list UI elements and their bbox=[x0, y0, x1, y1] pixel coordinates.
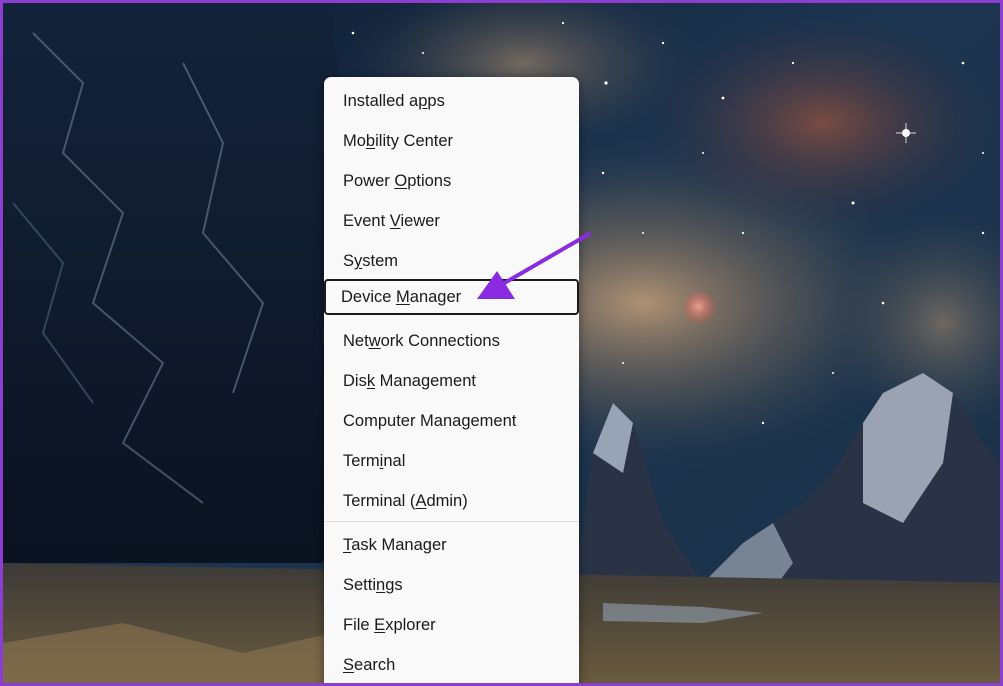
menu-item-event-viewer[interactable]: Event Viewer bbox=[326, 203, 577, 239]
screenshot-frame: Installed apps Mobility Center Power Opt… bbox=[0, 0, 1003, 686]
menu-item-installed-apps[interactable]: Installed apps bbox=[326, 83, 577, 119]
menu-item-device-manager[interactable]: Device Manager bbox=[324, 279, 579, 315]
menu-item-settings[interactable]: Settings bbox=[326, 567, 577, 603]
menu-item-network-connections[interactable]: Network Connections bbox=[326, 323, 577, 359]
menu-item-disk-management[interactable]: Disk Management bbox=[326, 363, 577, 399]
menu-item-mobility-center[interactable]: Mobility Center bbox=[326, 123, 577, 159]
menu-item-file-explorer[interactable]: File Explorer bbox=[326, 607, 577, 643]
menu-separator bbox=[324, 521, 579, 522]
menu-item-power-options[interactable]: Power Options bbox=[326, 163, 577, 199]
menu-item-terminal-admin[interactable]: Terminal (Admin) bbox=[326, 483, 577, 519]
menu-item-system[interactable]: System bbox=[326, 243, 577, 279]
menu-item-task-manager[interactable]: Task Manager bbox=[326, 527, 577, 563]
quick-link-context-menu: Installed apps Mobility Center Power Opt… bbox=[324, 77, 579, 683]
menu-item-computer-management[interactable]: Computer Management bbox=[326, 403, 577, 439]
menu-item-search[interactable]: Search bbox=[326, 647, 577, 683]
menu-item-terminal[interactable]: Terminal bbox=[326, 443, 577, 479]
